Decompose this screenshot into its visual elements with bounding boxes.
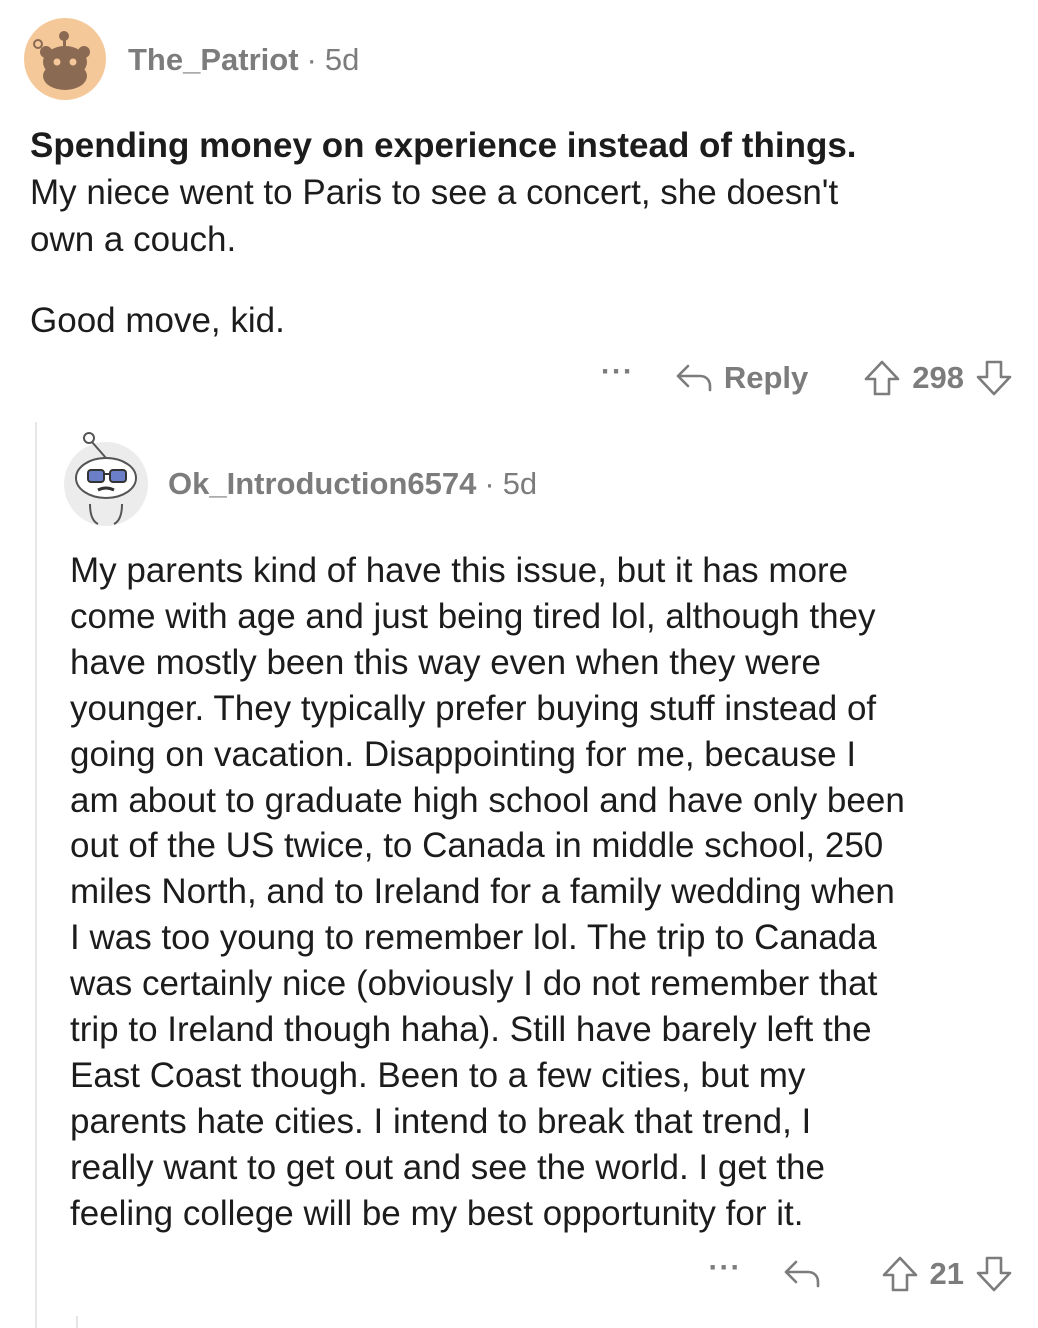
avatar[interactable] bbox=[24, 18, 106, 100]
comment-title: Spending money on experience instead of … bbox=[30, 126, 857, 165]
meta-separator: · bbox=[306, 42, 317, 77]
comment-text-line: own a couch. bbox=[30, 220, 237, 259]
reddit-snoo-avatar-icon bbox=[24, 18, 106, 100]
thread-line-nested[interactable] bbox=[76, 1316, 78, 1328]
more-options-button[interactable]: ··· bbox=[709, 1251, 742, 1285]
comment-text-line: really want to get out and see the world… bbox=[70, 1147, 825, 1187]
reply-arrow-icon bbox=[676, 364, 712, 392]
reply-button[interactable]: Reply bbox=[674, 360, 808, 396]
comment-text-line: East Coast though. Been to a few cities,… bbox=[70, 1055, 806, 1095]
vote-controls: 21 bbox=[880, 1254, 1014, 1294]
comment-text-line: come with age and just being tired lol, … bbox=[70, 596, 876, 636]
downvote-arrow-icon[interactable] bbox=[974, 1254, 1014, 1294]
comment-text-line: Good move, kid. bbox=[30, 301, 285, 340]
comment-actions: ··· 21 bbox=[709, 1248, 1014, 1300]
comment-text-line: trip to Ireland though haha). Still have… bbox=[70, 1010, 872, 1050]
comment-body: Spending money on experience instead of … bbox=[30, 122, 1020, 344]
comment-text-line: out of the US twice, to Canada in middle… bbox=[70, 826, 884, 866]
comment-text-line: younger. They typically prefer buying st… bbox=[70, 688, 877, 728]
avatar[interactable] bbox=[62, 428, 152, 526]
comment-text-line: My parents kind of have this issue, but … bbox=[70, 551, 849, 590]
comment-meta: Ok_Introduction6574 · 5d bbox=[168, 466, 537, 502]
thread-line[interactable] bbox=[35, 422, 37, 1328]
upvote-arrow-icon[interactable] bbox=[880, 1254, 920, 1294]
reply-arrow-icon bbox=[784, 1260, 819, 1288]
comment-body: My parents kind of have this issue, but … bbox=[70, 548, 1025, 1237]
comment-age: 5d bbox=[502, 466, 538, 501]
comment-text-line: parents hate cities. I intend to break t… bbox=[70, 1101, 812, 1141]
reply-label: Reply bbox=[723, 360, 809, 395]
comment-age: 5d bbox=[324, 42, 360, 77]
reddit-snoo-avatar-icon bbox=[64, 432, 148, 526]
more-options-button[interactable]: ··· bbox=[601, 355, 634, 389]
username[interactable]: Ok_Introduction6574 bbox=[168, 466, 476, 501]
comment-text-line: going on vacation. Disappointing for me,… bbox=[70, 734, 857, 774]
upvote-arrow-icon[interactable] bbox=[862, 358, 902, 398]
username[interactable]: The_Patriot bbox=[128, 42, 299, 77]
comment-meta: The_Patriot · 5d bbox=[128, 42, 359, 78]
comment-text-line: am about to graduate high school and hav… bbox=[70, 780, 905, 820]
comment-text-line: was certainly nice (obviously I do not r… bbox=[70, 964, 878, 1004]
comment-text-line: feeling college will be my best opportun… bbox=[70, 1193, 804, 1233]
comment-text-line: My niece went to Paris to see a concert,… bbox=[30, 173, 839, 212]
comment-text-line: I was too young to remember lol. The tri… bbox=[70, 918, 877, 958]
comment-text-line: miles North, and to Ireland for a family… bbox=[70, 872, 895, 912]
vote-controls: 298 bbox=[862, 358, 1014, 398]
vote-score: 298 bbox=[912, 360, 964, 395]
comment-text-line: have mostly been this way even when they… bbox=[70, 642, 821, 682]
reply-button[interactable] bbox=[782, 1258, 832, 1290]
downvote-arrow-icon[interactable] bbox=[974, 358, 1014, 398]
meta-separator: · bbox=[484, 466, 495, 501]
vote-score: 21 bbox=[929, 1256, 964, 1291]
comment-actions: ··· Reply 298 bbox=[601, 352, 1014, 404]
